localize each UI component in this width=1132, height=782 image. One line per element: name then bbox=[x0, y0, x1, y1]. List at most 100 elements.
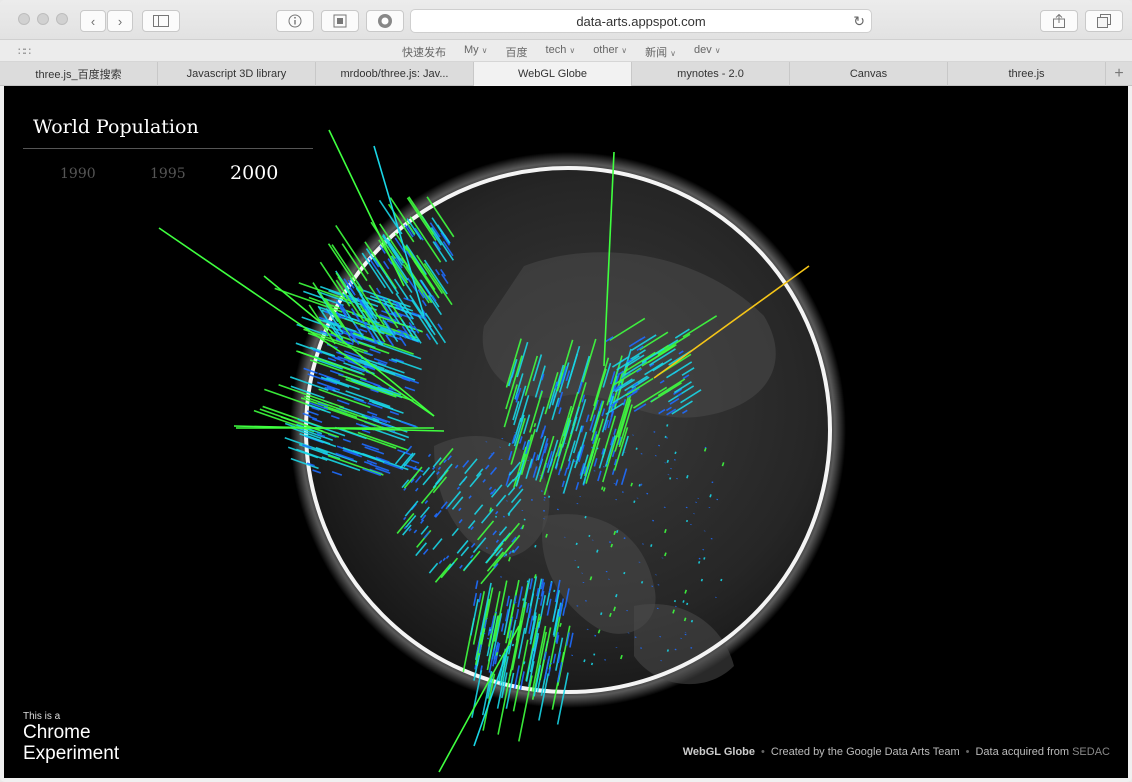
population-spike bbox=[673, 600, 677, 603]
population-spike bbox=[690, 619, 694, 623]
favorite-label: 新闻 bbox=[645, 47, 668, 59]
favorite-label: 百度 bbox=[505, 47, 528, 59]
browser-toolbar: ‹ › data-arts.appspot.com ↻ bbox=[0, 0, 1132, 40]
population-spike bbox=[630, 482, 633, 487]
share-button[interactable] bbox=[1040, 10, 1078, 32]
population-spike bbox=[669, 477, 672, 480]
favorite-item[interactable]: My ∨ bbox=[464, 44, 488, 60]
favorite-label: tech bbox=[545, 44, 567, 56]
favorite-item[interactable]: tech ∨ bbox=[546, 44, 576, 60]
tabs-icon bbox=[1097, 14, 1111, 28]
population-spike bbox=[674, 451, 677, 455]
population-spike bbox=[615, 594, 618, 598]
population-spike bbox=[508, 442, 511, 447]
footer-credit[interactable]: Created by the Google Data Arts Team bbox=[771, 746, 960, 758]
favorite-item[interactable]: 新闻 ∨ bbox=[645, 44, 676, 60]
population-spike bbox=[703, 447, 707, 452]
population-spike bbox=[698, 560, 701, 564]
population-spike bbox=[577, 566, 580, 569]
zoom-window-button[interactable] bbox=[56, 13, 68, 25]
url-bar[interactable]: data-arts.appspot.com ↻ bbox=[410, 9, 872, 33]
population-spike bbox=[575, 461, 579, 465]
year-1995[interactable]: 1995 bbox=[150, 166, 186, 182]
sidebar-icon bbox=[153, 15, 169, 27]
favorite-label: other bbox=[593, 44, 619, 56]
footer-brand[interactable]: WebGL Globe bbox=[683, 746, 755, 758]
population-spike bbox=[553, 589, 556, 593]
population-spike bbox=[596, 549, 599, 553]
population-spike bbox=[596, 447, 599, 450]
population-spike bbox=[526, 580, 529, 583]
chevron-right-icon: › bbox=[117, 13, 123, 29]
tabs-overview-button[interactable] bbox=[1085, 10, 1123, 32]
year-1990[interactable]: 1990 bbox=[60, 166, 96, 182]
population-spike bbox=[682, 600, 685, 603]
chevron-left-icon: ‹ bbox=[90, 13, 96, 29]
chevron-down-icon: ∨ bbox=[714, 46, 721, 55]
population-spike bbox=[720, 578, 723, 582]
browser-tab[interactable]: WebGL Globe bbox=[474, 62, 632, 86]
population-spike bbox=[616, 530, 619, 533]
population-spike bbox=[686, 602, 689, 606]
sidebar-button[interactable] bbox=[142, 10, 180, 32]
square-icon bbox=[333, 14, 347, 28]
population-spike bbox=[495, 515, 498, 518]
browser-window: ‹ › data-arts.appspot.com ↻ ∷∷ 快速发布 My ∨ 百度… bbox=[0, 0, 1132, 782]
favorite-label: My bbox=[464, 44, 479, 56]
info-button[interactable] bbox=[276, 10, 314, 32]
chevron-down-icon: ∨ bbox=[621, 46, 628, 55]
title-divider bbox=[23, 148, 313, 149]
share-icon bbox=[1053, 14, 1065, 28]
population-spike bbox=[686, 474, 689, 479]
population-spike bbox=[610, 543, 614, 548]
population-spike bbox=[498, 654, 502, 657]
forward-button[interactable]: › bbox=[107, 10, 133, 32]
browser-tab[interactable]: Canvas bbox=[790, 62, 948, 86]
favorite-item[interactable]: 百度 bbox=[506, 44, 528, 60]
population-spike bbox=[709, 494, 712, 498]
back-button[interactable]: ‹ bbox=[80, 10, 106, 32]
browser-tab[interactable]: Javascript 3D library bbox=[158, 62, 316, 86]
globe-canvas[interactable] bbox=[4, 86, 1128, 778]
page-title: World Population bbox=[33, 116, 199, 138]
population-spike bbox=[664, 552, 667, 557]
reader-button[interactable] bbox=[321, 10, 359, 32]
population-spike bbox=[593, 653, 596, 656]
population-spike bbox=[623, 571, 626, 575]
badge-line1: Chrome bbox=[23, 722, 91, 743]
browser-tab[interactable]: mrdoob/three.js: Jav... bbox=[316, 62, 474, 86]
reload-icon[interactable]: ↻ bbox=[853, 13, 865, 30]
year-2000[interactable]: 2000 bbox=[230, 162, 278, 184]
population-spike bbox=[600, 486, 604, 491]
population-spike bbox=[559, 443, 563, 448]
favorite-item[interactable]: 快速发布 bbox=[402, 44, 446, 60]
tab-bar: three.js_百度搜索 Javascript 3D library mrdoob… bbox=[0, 62, 1132, 86]
population-spike bbox=[523, 661, 526, 665]
population-spike bbox=[559, 622, 562, 627]
new-tab-button[interactable]: + bbox=[1106, 62, 1132, 86]
favorite-item[interactable]: dev ∨ bbox=[694, 44, 721, 60]
browser-tab[interactable]: three.js bbox=[948, 62, 1106, 86]
population-spike bbox=[638, 484, 641, 487]
close-window-button[interactable] bbox=[18, 13, 30, 25]
browser-tab[interactable]: mynotes - 2.0 bbox=[632, 62, 790, 86]
url-text: data-arts.appspot.com bbox=[576, 13, 706, 29]
population-spike bbox=[504, 553, 508, 556]
chevron-down-icon: ∨ bbox=[670, 49, 676, 58]
population-spike bbox=[548, 495, 551, 498]
footer-source-link[interactable]: SEDAC bbox=[1072, 746, 1110, 758]
population-spike bbox=[650, 544, 653, 548]
chrome-experiment-badge[interactable]: This is a Chrome Experiment bbox=[23, 711, 119, 764]
population-spike bbox=[666, 649, 670, 652]
browser-tab[interactable]: three.js_百度搜索 bbox=[0, 62, 158, 86]
population-spike bbox=[494, 550, 497, 553]
minimize-window-button[interactable] bbox=[37, 13, 49, 25]
population-spike bbox=[495, 652, 499, 656]
favorite-item[interactable]: other ∨ bbox=[593, 44, 627, 60]
chevron-down-icon: ∨ bbox=[569, 46, 576, 55]
population-spike bbox=[534, 544, 537, 548]
population-spike bbox=[511, 643, 515, 647]
extension-button[interactable] bbox=[366, 10, 404, 32]
footer-data-label: Data acquired from bbox=[975, 746, 1070, 758]
grid-icon[interactable]: ∷∷ bbox=[18, 45, 31, 58]
